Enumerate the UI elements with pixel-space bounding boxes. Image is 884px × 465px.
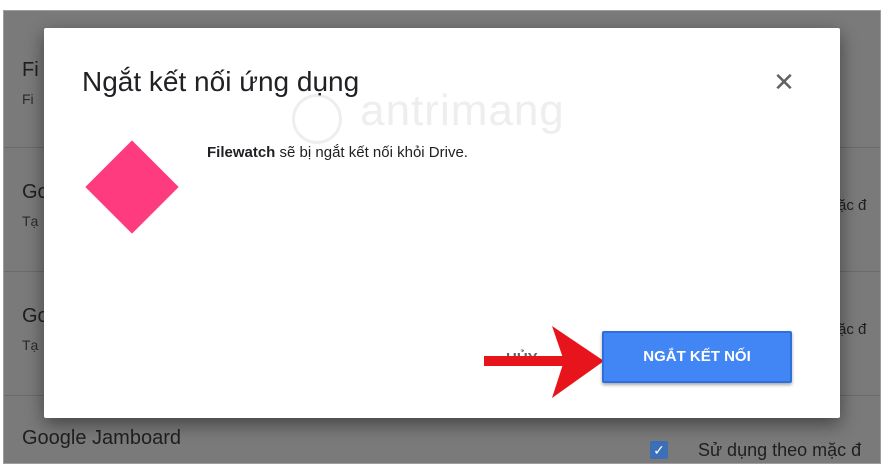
red-arrow-annotation-icon bbox=[484, 326, 604, 398]
app-row-subtitle: Fi bbox=[22, 91, 34, 107]
checkbox-checked-icon[interactable]: ✓ bbox=[650, 441, 668, 459]
message-text: sẽ bị ngắt kết nối khỏi Drive. bbox=[275, 144, 468, 161]
dialog-message: Filewatch sẽ bị ngắt kết nối khỏi Drive. bbox=[207, 144, 468, 161]
default-use-label: ặc đ bbox=[838, 197, 867, 214]
app-icon bbox=[85, 140, 179, 234]
app-name: Filewatch bbox=[207, 144, 276, 161]
app-row-title: Fi bbox=[22, 59, 39, 81]
jamboard-default-label: Sử dụng theo mặc đ bbox=[698, 440, 862, 460]
app-row-subtitle: Tạ bbox=[22, 337, 39, 353]
jamboard-title: Google Jamboard bbox=[22, 427, 181, 449]
close-icon[interactable]: ✕ bbox=[768, 66, 800, 98]
default-use-label: ặc đ bbox=[838, 321, 867, 338]
dialog-title: Ngắt kết nối ứng dụng bbox=[82, 66, 360, 97]
app-row-subtitle: Tạ bbox=[22, 213, 39, 229]
disconnect-button[interactable]: NGẮT KẾT NỐI bbox=[602, 331, 792, 383]
disconnect-app-dialog: antrimang Ngắt kết nối ứng dụng ✕ Filewa… bbox=[44, 28, 840, 418]
